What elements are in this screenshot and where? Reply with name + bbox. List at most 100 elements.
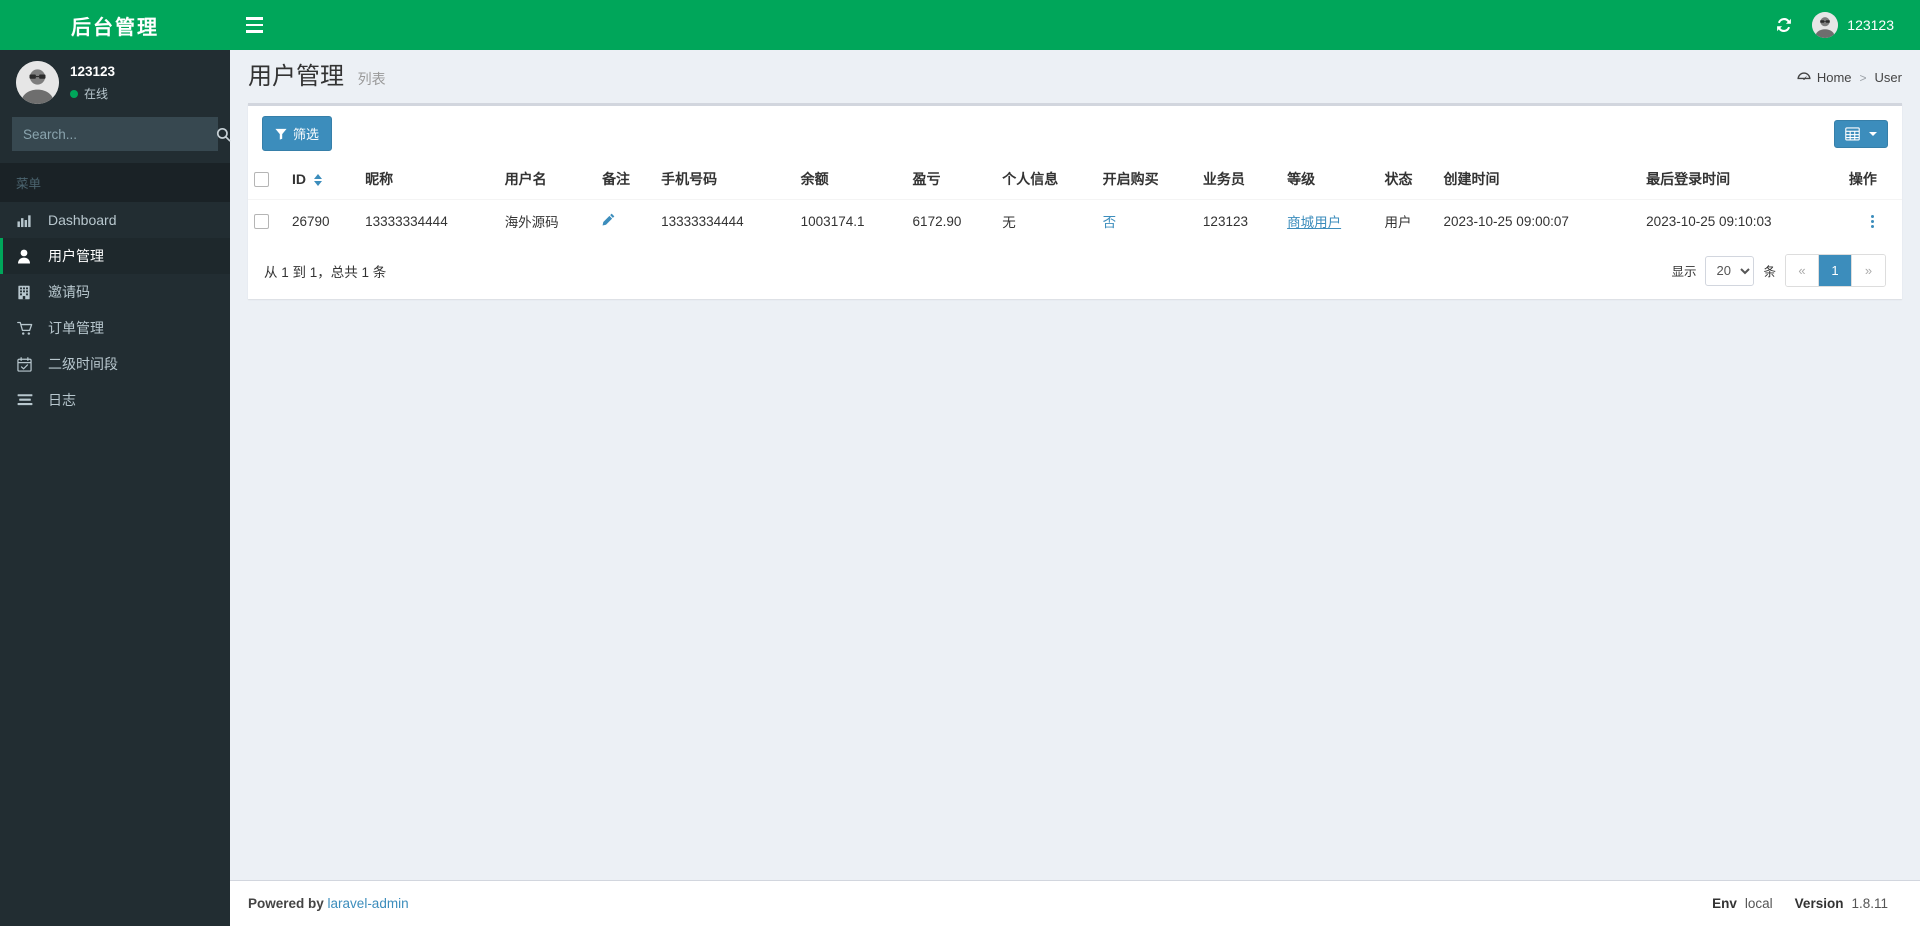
column-label: 业务员 [1202, 171, 1245, 187]
chevron-down-icon [1869, 131, 1877, 136]
sidebar-link-time-slot[interactable]: 二级时间段 [0, 346, 230, 382]
breadcrumb-current: User [1874, 70, 1902, 85]
pagination-next[interactable]: » [1852, 255, 1885, 286]
column-header-id[interactable]: ID [286, 161, 360, 200]
table-row: 26790 13333334444 海外源码 13333334444 10031… [248, 199, 1902, 242]
column-label: 等级 [1287, 171, 1316, 187]
pagination-summary: 从 1 到 1，总共 1 条 [264, 264, 387, 280]
sidebar-item-label: 日志 [48, 392, 76, 408]
sidebar-link-dashboard[interactable]: Dashboard [0, 202, 230, 238]
sidebar-item-invite-code[interactable]: 邀请码 [0, 274, 230, 310]
sidebar-item-time-slot[interactable]: 二级时间段 [0, 346, 230, 382]
row-checkbox[interactable] [254, 213, 269, 229]
table-icon [1845, 126, 1860, 140]
sidebar-item-label: Dashboard [48, 212, 117, 228]
footer-powered-label: Powered by [248, 896, 324, 911]
column-header-actions: 操作 [1842, 161, 1902, 200]
breadcrumb-home[interactable]: Home [1797, 70, 1852, 85]
sidebar-link-user-management[interactable]: 用户管理 [0, 238, 230, 274]
top-navbar: 123123 [230, 0, 1920, 50]
column-label: 状态 [1384, 171, 1413, 187]
refresh-icon [1777, 17, 1792, 33]
sidebar-user-status-label: 在线 [84, 86, 109, 101]
avatar [16, 61, 59, 104]
search-icon [216, 127, 231, 142]
column-label: 用户名 [504, 171, 547, 187]
sidebar-menu-header: 菜单 [0, 163, 230, 202]
sidebar-item-label: 邀请码 [48, 284, 90, 300]
cell-buy-enabled: 否 [1096, 199, 1197, 242]
column-selector-button[interactable] [1834, 119, 1888, 148]
column-label: 昵称 [365, 171, 394, 187]
per-page-label: 显示 [1671, 265, 1697, 279]
column-label: 最后登录时间 [1646, 171, 1731, 187]
sidebar-item-dashboard[interactable]: Dashboard [0, 202, 230, 238]
sidebar-user-panel: 123123 在线 [0, 50, 230, 115]
column-header-last-login: 最后登录时间 [1640, 161, 1843, 200]
refresh-button[interactable] [1764, 0, 1804, 50]
users-table: ID 昵称 用户名 备注 手机号码 余额 盈亏 个人信息 开启购买 业务员 等级… [248, 161, 1902, 242]
main-wrapper: 123123 用户管理 列表 Home > User 筛选 ID 昵称 用户名 … [230, 0, 1920, 926]
footer-version-value: 1.8.11 [1851, 896, 1888, 911]
navbar-user-menu[interactable]: 123123 [1804, 0, 1904, 50]
cell-username: 海外源码 [498, 199, 597, 242]
pagination-prev[interactable]: « [1786, 255, 1819, 286]
sidebar-link-order-management[interactable]: 订单管理 [0, 310, 230, 346]
calendar-check-icon [17, 356, 39, 372]
user-icon [17, 249, 39, 264]
page-title: 用户管理 列表 [248, 65, 386, 89]
cell-id: 26790 [286, 199, 360, 242]
menu-icon[interactable] [230, 0, 278, 50]
pagination-page-1[interactable]: 1 [1819, 255, 1852, 286]
select-all-checkbox[interactable] [254, 172, 269, 188]
buy-enabled-link[interactable]: 否 [1103, 215, 1117, 230]
cell-created-at: 2023-10-25 09:00:07 [1437, 199, 1641, 242]
select-all-header [248, 161, 286, 200]
sidebar-item-label: 用户管理 [48, 248, 104, 264]
column-label: ID [292, 171, 306, 187]
column-label: 余额 [800, 171, 829, 187]
page-subtitle: 列表 [357, 71, 386, 87]
cell-profit-loss: 6172.90 [906, 199, 997, 242]
row-select-cell [248, 199, 286, 242]
sort-icon[interactable] [313, 174, 322, 187]
kebab-menu-icon[interactable] [1849, 214, 1896, 228]
page-footer: Powered by laravel-admin Env local Versi… [230, 880, 1920, 926]
level-link[interactable]: 商城用户 [1287, 215, 1341, 230]
column-header-remark: 备注 [596, 161, 656, 200]
column-header-created-at: 创建时间 [1437, 161, 1641, 200]
sidebar-item-order-management[interactable]: 订单管理 [0, 310, 230, 346]
filter-button[interactable]: 筛选 [262, 116, 333, 151]
footer-powered-link[interactable]: laravel-admin [328, 896, 409, 911]
content-header: 用户管理 列表 Home > User [230, 50, 1920, 103]
sidebar-link-invite-code[interactable]: 邀请码 [0, 274, 230, 310]
cell-balance: 1003174.1 [794, 199, 907, 242]
per-page-select[interactable]: 20 [1705, 255, 1755, 286]
content-area: 筛选 ID 昵称 用户名 备注 手机号码 余额 盈亏 个人信息 开启购买 业务员… [230, 103, 1920, 299]
navbar-right: 123123 [1764, 0, 1920, 50]
pencil-icon[interactable] [602, 213, 615, 229]
sidebar-item-label: 二级时间段 [48, 356, 118, 372]
column-header-phone: 手机号码 [655, 161, 795, 200]
cell-level: 商城用户 [1281, 199, 1379, 242]
pagination: « 1 » [1785, 254, 1886, 287]
table-head: ID 昵称 用户名 备注 手机号码 余额 盈亏 个人信息 开启购买 业务员 等级… [248, 161, 1902, 200]
sidebar-search-form [12, 117, 231, 151]
search-input[interactable] [13, 118, 210, 150]
dashboard-icon [1797, 71, 1811, 84]
cell-actions [1842, 199, 1902, 242]
building-icon [17, 285, 39, 300]
brand-logo[interactable]: 后台管理 [0, 0, 230, 50]
sidebar-item-logs[interactable]: 日志 [0, 382, 230, 418]
table-body: 26790 13333334444 海外源码 13333334444 10031… [248, 199, 1902, 242]
sidebar-item-user-management[interactable]: 用户管理 [0, 238, 230, 274]
column-header-username: 用户名 [498, 161, 597, 200]
cell-nickname: 13333334444 [359, 199, 499, 242]
column-label: 个人信息 [1002, 171, 1059, 187]
cell-last-login: 2023-10-25 09:10:03 [1640, 199, 1843, 242]
sidebar: 后台管理 123123 在线 Search... 菜单 Dashboard 用户… [0, 0, 231, 926]
column-header-salesman: 业务员 [1196, 161, 1282, 200]
list-icon [17, 393, 39, 407]
filter-button-label: 筛选 [293, 127, 320, 142]
sidebar-link-logs[interactable]: 日志 [0, 382, 230, 418]
